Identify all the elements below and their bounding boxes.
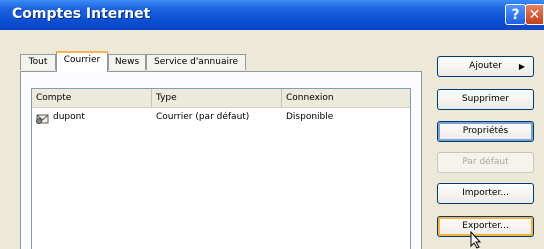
internet-accounts-dialog: Comptes Internet ? ✕ Tout Courrier News … [0, 0, 544, 249]
mouse-pointer-icon [470, 231, 482, 249]
close-button[interactable]: ✕ [525, 4, 544, 25]
tab-all[interactable]: Tout [20, 54, 56, 70]
tab-mail[interactable]: Courrier [56, 51, 108, 72]
tab-news[interactable]: News [108, 54, 146, 70]
accounts-list[interactable]: Compte Type Connexion dupont Courrier (p… [31, 88, 411, 249]
column-header-type[interactable]: Type [152, 89, 282, 107]
properties-button[interactable]: Propriétés [437, 121, 534, 142]
set-default-button[interactable]: Par défaut [437, 152, 534, 173]
column-header-connection[interactable]: Connexion [282, 89, 410, 107]
account-type: Courrier (par défaut) [156, 112, 250, 122]
import-button[interactable]: Importer... [437, 183, 534, 204]
add-button-label: Ajouter [469, 61, 502, 71]
tab-panel: Compte Type Connexion dupont Courrier (p… [20, 71, 422, 249]
tab-directory-service[interactable]: Service d'annuaire [146, 54, 246, 70]
question-mark-icon: ? [511, 7, 520, 23]
title-bar[interactable]: Comptes Internet ? ✕ [0, 0, 544, 30]
account-name: dupont [53, 112, 85, 122]
mail-account-icon [36, 110, 50, 124]
export-button[interactable]: Exporter... [437, 216, 534, 237]
remove-button[interactable]: Supprimer [437, 89, 534, 110]
column-header-account[interactable]: Compte [32, 89, 152, 107]
add-button[interactable]: Ajouter ▶ [437, 56, 534, 77]
window-title: Comptes Internet [12, 6, 151, 22]
help-button[interactable]: ? [505, 4, 526, 25]
triangle-right-icon: ▶ [518, 62, 525, 71]
list-item[interactable]: dupont Courrier (par défaut) Disponible [32, 109, 410, 125]
list-header: Compte Type Connexion [32, 89, 410, 108]
close-icon: ✕ [528, 7, 541, 23]
account-connection: Disponible [286, 112, 334, 122]
